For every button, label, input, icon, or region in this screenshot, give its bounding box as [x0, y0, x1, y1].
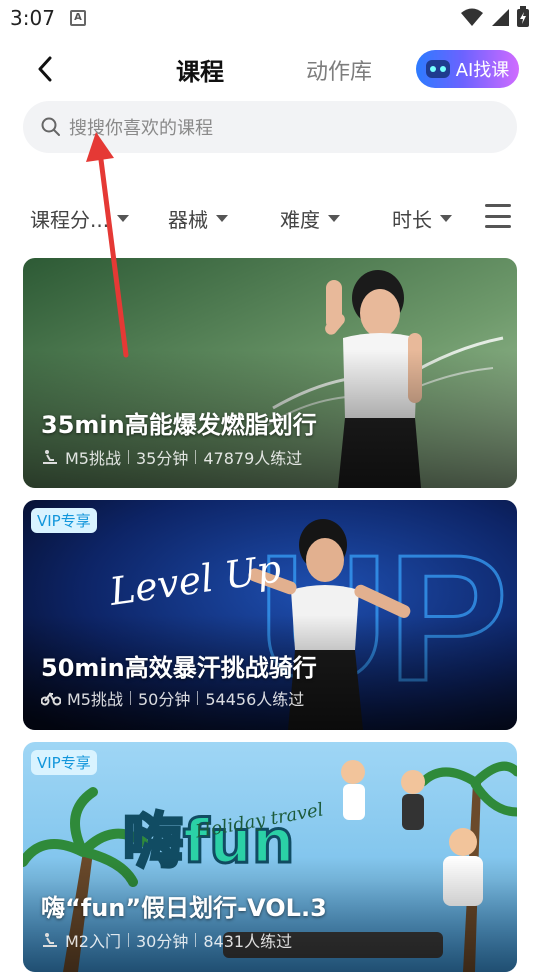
filter-difficulty[interactable]: 难度 [280, 204, 340, 233]
caret-down-icon [328, 215, 340, 222]
signal-icon [492, 9, 509, 26]
lettering-text: Holiday travel [193, 799, 325, 840]
course-title: 50min高效暴汗挑战骑行 [41, 654, 317, 682]
search-icon [41, 117, 60, 136]
course-card[interactable]: 35min高能爆发燃脂划行 M5挑战 35分钟 47879人练过 [23, 258, 517, 488]
status-bar: 3:07 A [0, 0, 540, 40]
course-equipment: M5挑战 [67, 690, 123, 709]
search-placeholder: 搜搜你喜欢的课程 [69, 118, 213, 139]
course-equipment: M5挑战 [65, 449, 121, 468]
course-title: 嗨“fun”假日划行-VOL.3 [41, 894, 327, 922]
vip-badge: VIP专享 [31, 508, 97, 533]
level-up-lettering: Level Up [106, 546, 284, 608]
battery-icon [517, 6, 529, 27]
course-participants: 8431人练过 [203, 932, 293, 951]
more-filters-icon[interactable] [485, 204, 511, 228]
course-title: 35min高能爆发燃脂划行 [41, 411, 317, 439]
notification-icon: A [70, 10, 86, 26]
course-equipment: M2入门 [65, 932, 121, 951]
course-duration: 35分钟 [136, 449, 189, 468]
filter-equipment[interactable]: 器械 [168, 204, 228, 233]
search-input[interactable]: 搜搜你喜欢的课程 [23, 101, 517, 153]
system-icons [460, 6, 530, 28]
course-duration: 30分钟 [136, 932, 189, 951]
tab-exercise-library[interactable]: 动作库 [306, 54, 372, 86]
filter-label: 器械 [168, 208, 208, 232]
lettering-text: Level Up [106, 546, 284, 608]
filter-bar: 课程分... 器械 难度 时长 [0, 196, 540, 240]
course-meta: M5挑战 35分钟 47879人练过 [41, 445, 302, 469]
course-card[interactable]: UP VIP专享 Level Up 50min高效暴汗挑战骑行 M5挑战 50分… [23, 500, 517, 730]
ai-button-label: AI找课 [455, 60, 510, 81]
ai-find-course-button[interactable]: AI找课 [416, 50, 519, 88]
course-participants: 47879人练过 [203, 449, 303, 468]
robot-icon [425, 60, 450, 78]
status-time: 3:07 [10, 6, 55, 30]
header: 课程 动作库 AI找课 [0, 44, 540, 94]
filter-category[interactable]: 课程分... [30, 204, 130, 233]
vip-badge: VIP专享 [31, 750, 97, 775]
bike-icon [41, 692, 61, 706]
back-button[interactable] [30, 52, 60, 86]
rowing-icon [43, 450, 57, 464]
course-meta: M2入门 30分钟 8431人练过 [41, 928, 292, 952]
filter-duration[interactable]: 时长 [392, 204, 452, 233]
course-duration: 50分钟 [138, 690, 191, 709]
filter-label: 难度 [280, 208, 320, 232]
rowing-icon [43, 933, 57, 947]
holiday-travel-lettering: Holiday travel [193, 799, 325, 840]
caret-down-icon [440, 215, 452, 222]
chevron-left-icon [38, 56, 52, 82]
wifi-icon [461, 8, 483, 26]
tab-courses[interactable]: 课程 [176, 52, 224, 87]
caret-down-icon [117, 215, 130, 222]
course-participants: 54456人练过 [205, 690, 305, 709]
course-meta: M5挑战 50分钟 54456人练过 [41, 686, 304, 710]
filter-label: 课程分... [30, 208, 110, 232]
course-card[interactable]: 嗨fun VIP专享 Holiday travel 嗨“fun”假日划行-VOL… [23, 742, 517, 972]
caret-down-icon [216, 215, 228, 222]
filter-label: 时长 [392, 208, 432, 232]
